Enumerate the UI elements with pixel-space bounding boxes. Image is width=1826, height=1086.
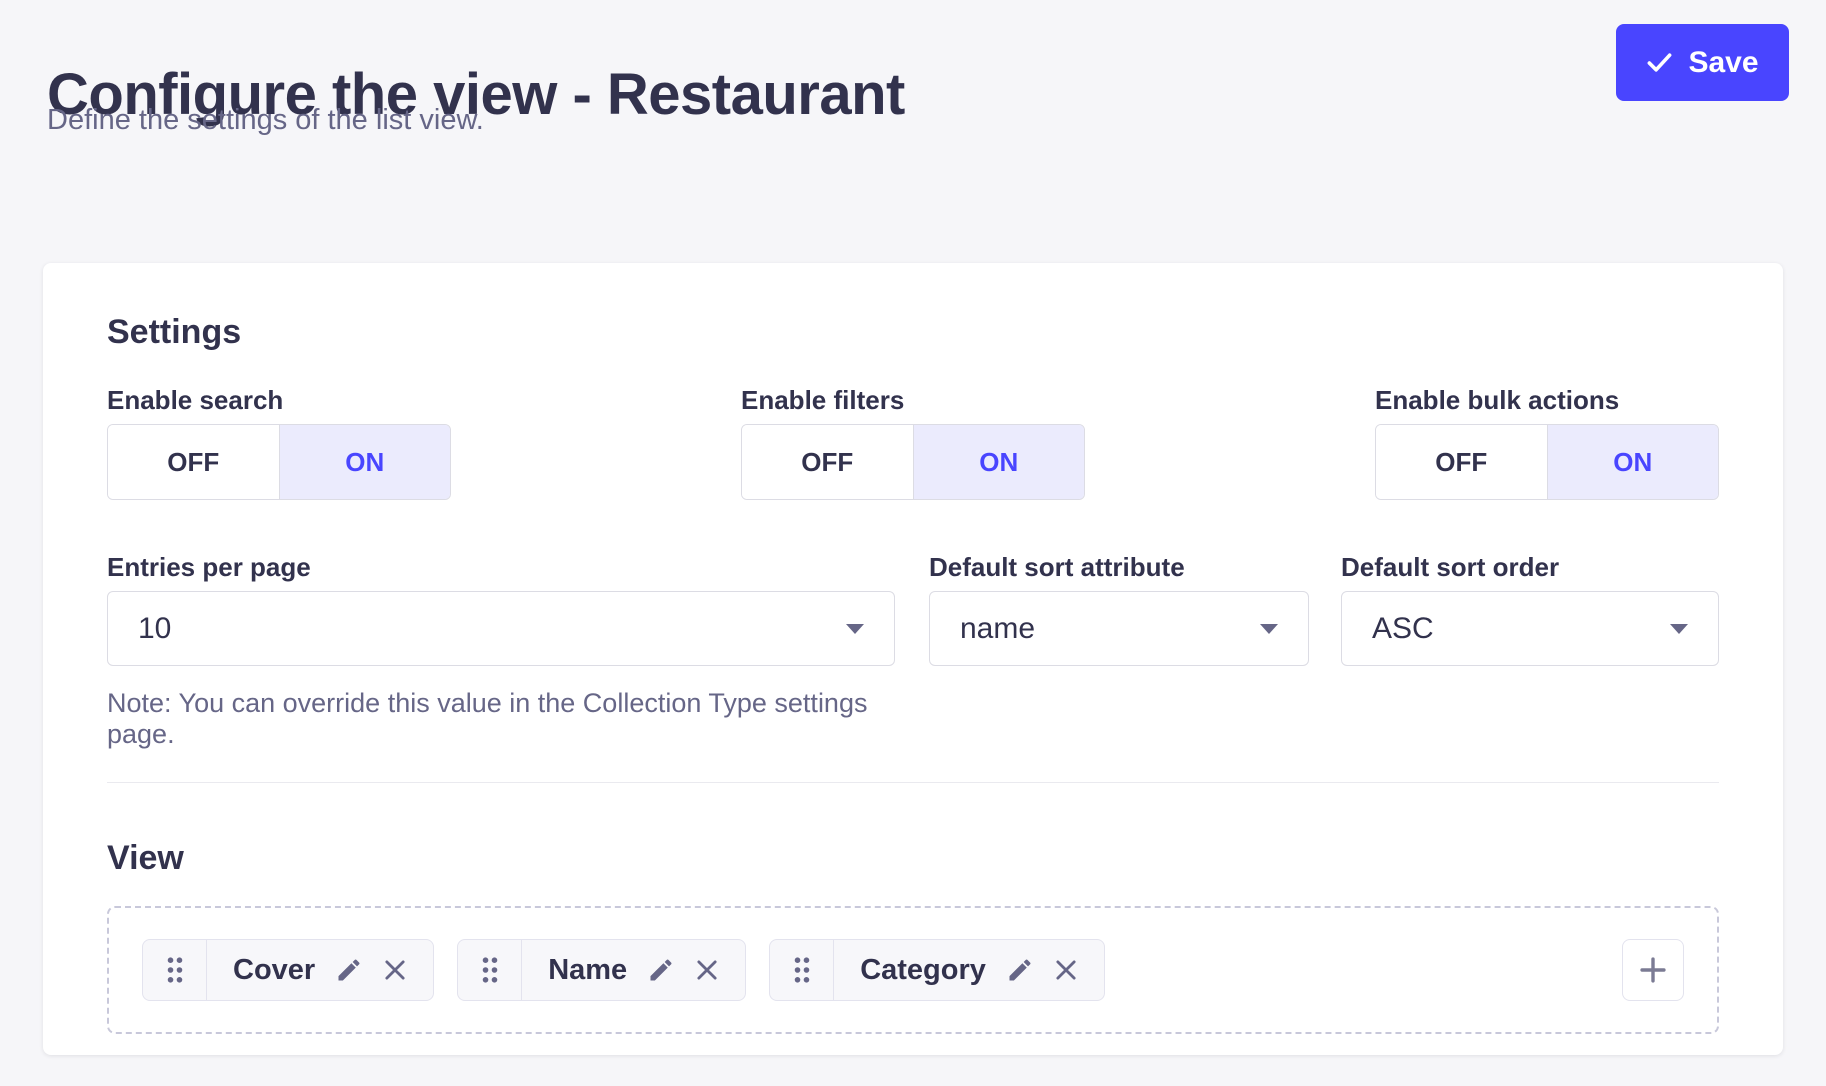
settings-card: Settings Enable search OFF ON Enable fil… <box>43 263 1783 1055</box>
edit-field-button[interactable] <box>647 956 675 984</box>
edit-field-button[interactable] <box>1006 956 1034 984</box>
drag-handle-icon <box>165 956 185 984</box>
view-heading: View <box>107 837 1719 879</box>
default-sort-order-select[interactable]: ASC <box>1341 591 1719 666</box>
plus-icon <box>1636 953 1670 987</box>
pencil-icon <box>335 956 363 984</box>
drag-handle-icon <box>792 956 812 984</box>
entries-per-page-group: Entries per page 10 Note: You can overri… <box>107 552 895 750</box>
enable-filters-toggle[interactable]: OFF ON <box>741 424 1085 500</box>
entries-per-page-select[interactable]: 10 <box>107 591 895 666</box>
section-divider <box>107 782 1719 783</box>
enable-search-group: Enable search OFF ON <box>107 385 451 500</box>
default-sort-attribute-group: Default sort attribute name <box>929 552 1309 750</box>
enable-filters-label: Enable filters <box>741 385 1085 416</box>
enable-search-label: Enable search <box>107 385 451 416</box>
default-sort-attribute-select[interactable]: name <box>929 591 1309 666</box>
field-chip-label: Category <box>834 954 986 987</box>
save-button[interactable]: Save <box>1616 24 1789 101</box>
pencil-icon <box>1006 956 1034 984</box>
enable-filters-off-option[interactable]: OFF <box>742 425 914 499</box>
chevron-down-icon <box>1260 624 1278 634</box>
check-icon <box>1646 49 1673 76</box>
drag-handle-icon <box>480 956 500 984</box>
selects-row: Entries per page 10 Note: You can overri… <box>107 552 1719 750</box>
enable-bulk-actions-toggle[interactable]: OFF ON <box>1375 424 1719 500</box>
drag-handle[interactable] <box>770 940 834 1000</box>
default-sort-order-group: Default sort order ASC <box>1341 552 1719 750</box>
enable-search-on-option[interactable]: ON <box>280 425 451 499</box>
field-chip-label: Name <box>522 954 627 987</box>
close-icon <box>1052 956 1080 984</box>
enable-bulk-actions-off-option[interactable]: OFF <box>1376 425 1548 499</box>
chevron-down-icon <box>846 624 864 634</box>
remove-field-button[interactable] <box>381 956 409 984</box>
remove-field-button[interactable] <box>1052 956 1080 984</box>
enable-search-off-option[interactable]: OFF <box>108 425 280 499</box>
field-chip-name[interactable]: Name <box>457 939 746 1001</box>
enable-bulk-actions-on-option[interactable]: ON <box>1548 425 1719 499</box>
drag-handle[interactable] <box>143 940 207 1000</box>
settings-heading: Settings <box>107 311 1719 353</box>
default-sort-order-label: Default sort order <box>1341 552 1719 583</box>
default-sort-attribute-label: Default sort attribute <box>929 552 1309 583</box>
entries-per-page-note: Note: You can override this value in the… <box>107 688 895 750</box>
entries-per-page-label: Entries per page <box>107 552 895 583</box>
remove-field-button[interactable] <box>693 956 721 984</box>
default-sort-attribute-value: name <box>960 612 1260 646</box>
enable-filters-group: Enable filters OFF ON <box>741 385 1085 500</box>
field-chip-category[interactable]: Category <box>769 939 1105 1001</box>
page-subtitle: Define the settings of the list view. <box>47 104 484 137</box>
field-chip-cover[interactable]: Cover <box>142 939 434 1001</box>
toggles-row: Enable search OFF ON Enable filters OFF … <box>107 385 1719 500</box>
entries-per-page-value: 10 <box>138 612 846 646</box>
default-sort-order-value: ASC <box>1372 612 1670 646</box>
add-field-button[interactable] <box>1622 939 1684 1001</box>
enable-bulk-actions-group: Enable bulk actions OFF ON <box>1375 385 1719 500</box>
drag-handle[interactable] <box>458 940 522 1000</box>
close-icon <box>381 956 409 984</box>
view-fields-dropzone: Cover Name <box>107 906 1719 1034</box>
close-icon <box>693 956 721 984</box>
chevron-down-icon <box>1670 624 1688 634</box>
pencil-icon <box>647 956 675 984</box>
enable-bulk-actions-label: Enable bulk actions <box>1375 385 1719 416</box>
enable-search-toggle[interactable]: OFF ON <box>107 424 451 500</box>
field-chip-label: Cover <box>207 954 315 987</box>
edit-field-button[interactable] <box>335 956 363 984</box>
save-button-label: Save <box>1688 46 1758 80</box>
enable-filters-on-option[interactable]: ON <box>914 425 1085 499</box>
